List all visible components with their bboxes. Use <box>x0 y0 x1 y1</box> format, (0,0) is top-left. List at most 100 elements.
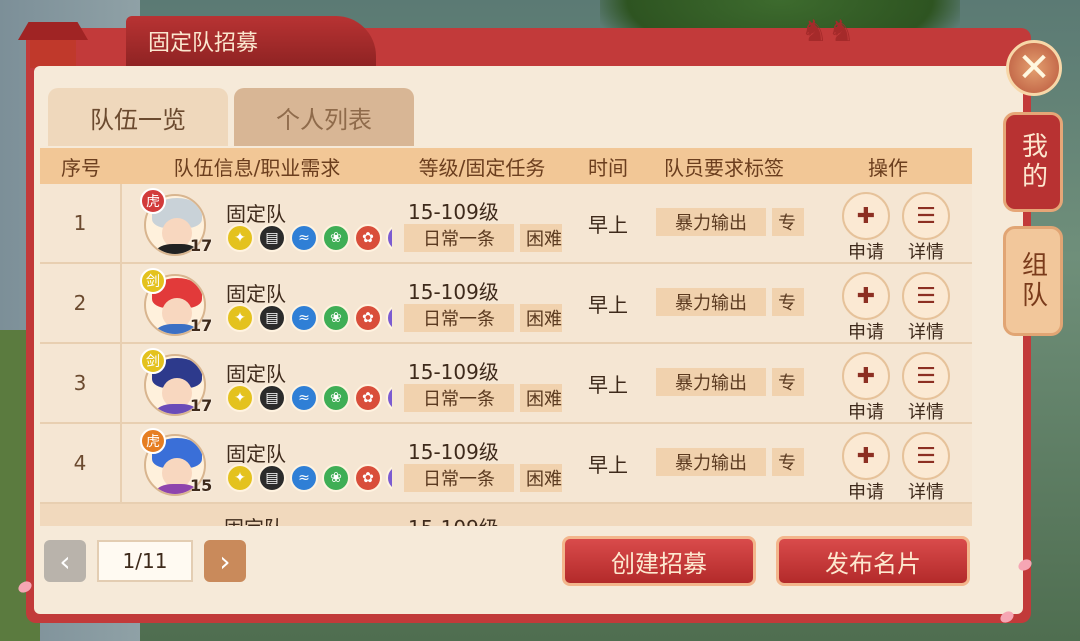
apply-label: 申请 <box>848 482 884 503</box>
requirement-tag: 暴力输出 <box>656 368 766 396</box>
next-page-button[interactable]: › <box>204 540 246 582</box>
pavilion-decoration <box>18 12 88 72</box>
class-icons: ✦ ▤ ≈ ❀ ✿ ☾ <box>226 464 392 492</box>
apply-button[interactable]: ✚ <box>842 192 890 240</box>
sword-icon: 剑 <box>140 348 166 374</box>
apply-icon: ✚ <box>856 363 876 389</box>
header-time: 时间 <box>588 155 628 180</box>
scroll-icon: ▤ <box>258 304 286 332</box>
header-level-task: 等级/固定任务 <box>418 155 546 180</box>
requirement-tag: 暴力输出 <box>656 448 766 476</box>
apply-label: 申请 <box>848 402 884 423</box>
tiger-icon: ✿ <box>354 384 382 412</box>
team-name: 固定队 <box>226 282 286 306</box>
table-row[interactable]: 4 虎 15 固定队 ✦ ▤ ≈ ❀ ✿ ☾ 15-109级 日常一条 困难 早… <box>40 424 972 504</box>
chevron-right-icon: › <box>219 544 231 578</box>
requirement-tag-2: 专 <box>772 288 804 316</box>
wind-icon: ≈ <box>290 304 318 332</box>
level-badge: 17 <box>190 236 213 255</box>
class-icons: ✦ ▤ ≈ ❀ ✿ ☾ <box>226 304 392 332</box>
task-chip: 日常一条 <box>404 384 514 412</box>
window-title: 固定队招募 <box>126 16 376 66</box>
details-label: 详情 <box>908 482 944 503</box>
time-cell: 早上 <box>588 212 628 237</box>
sword-icon: ✦ <box>226 384 254 412</box>
table-row[interactable]: 3 剑 17 固定队 ✦ ▤ ≈ ❀ ✿ ☾ 15-109级 日常一条 困难 早… <box>40 344 972 424</box>
tiger-icon: 虎 <box>140 188 166 214</box>
details-icon: ☰ <box>916 443 936 469</box>
apply-icon: ✚ <box>856 203 876 229</box>
close-icon: ✕ <box>1017 45 1051 91</box>
apply-label: 申请 <box>848 242 884 263</box>
header-actions: 操作 <box>868 155 908 180</box>
chevron-left-icon: ‹ <box>59 544 71 578</box>
details-label: 详情 <box>908 242 944 263</box>
task-chip-2: 困难 <box>520 384 562 412</box>
team-table: 序号 队伍信息/职业需求 等级/固定任务 时间 队员要求标签 操作 1 虎 17… <box>40 148 972 526</box>
details-button[interactable]: ☰ <box>902 192 950 240</box>
task-chip-2: 困难 <box>520 464 562 492</box>
row-index: 3 <box>40 344 122 422</box>
sword-icon: ✦ <box>226 464 254 492</box>
apply-label: 申请 <box>848 322 884 343</box>
details-button[interactable]: ☰ <box>902 272 950 320</box>
sword-icon: ✦ <box>226 304 254 332</box>
requirement-tag: 暴力输出 <box>656 288 766 316</box>
time-cell: 早上 <box>588 452 628 477</box>
team-name: 固定队 <box>226 362 286 386</box>
class-icons: ✦ ▤ ≈ ❀ ✿ ☾ <box>226 224 392 252</box>
team-name: 固定队 <box>226 442 286 466</box>
row-index: 4 <box>40 424 122 502</box>
prev-page-button[interactable]: ‹ <box>44 540 86 582</box>
header-index: 序号 <box>61 155 101 180</box>
level-range: 15-109级 <box>408 280 499 304</box>
lotus-icon: ❀ <box>322 304 350 332</box>
side-tab-mine[interactable]: 我的 <box>1003 112 1063 212</box>
time-cell: 早上 <box>588 372 628 397</box>
details-button[interactable]: ☰ <box>902 352 950 400</box>
level-range: 15-109级 <box>408 512 499 526</box>
header-tags: 队员要求标签 <box>664 155 784 180</box>
requirement-tag-2: 专 <box>772 448 804 476</box>
level-badge: 17 <box>190 396 213 415</box>
task-chip: 日常一条 <box>404 464 514 492</box>
create-recruit-button[interactable]: 创建招募 <box>562 536 756 586</box>
task-chip-2: 困难 <box>520 224 562 252</box>
scroll-icon: ▤ <box>258 464 286 492</box>
lotus-icon: ❀ <box>322 224 350 252</box>
requirement-tag-2: 专 <box>772 208 804 236</box>
apply-button[interactable]: ✚ <box>842 352 890 400</box>
details-label: 详情 <box>908 402 944 423</box>
publish-card-button[interactable]: 发布名片 <box>776 536 970 586</box>
requirement-tag: 暴力输出 <box>656 208 766 236</box>
task-chip: 日常一条 <box>404 304 514 332</box>
close-button[interactable]: ✕ <box>1006 40 1062 96</box>
row-index: 2 <box>40 264 122 342</box>
table-row[interactable]: 固定队 15-109级 <box>40 504 972 526</box>
lotus-icon: ❀ <box>322 464 350 492</box>
table-row[interactable]: 2 剑 17 固定队 ✦ ▤ ≈ ❀ ✿ ☾ 15-109级 日常一条 困难 早… <box>40 264 972 344</box>
apply-button[interactable]: ✚ <box>842 272 890 320</box>
sword-icon: 剑 <box>140 268 166 294</box>
side-tab-team[interactable]: 组队 <box>1003 226 1063 336</box>
wind-icon: ≈ <box>290 464 318 492</box>
task-chip: 日常一条 <box>404 224 514 252</box>
tab-personal-list[interactable]: 个人列表 <box>234 88 414 146</box>
level-badge: 17 <box>190 316 213 335</box>
tiger-icon: ✿ <box>354 224 382 252</box>
table-row[interactable]: 1 虎 17 固定队 ✦ ▤ ≈ ❀ ✿ ☾ 15-109级 日常一条 困难 早… <box>40 184 972 264</box>
requirement-tag-2: 专 <box>772 368 804 396</box>
apply-button[interactable]: ✚ <box>842 432 890 480</box>
tiger-icon: ✿ <box>354 304 382 332</box>
time-cell: 早上 <box>588 292 628 317</box>
task-chip-2: 困难 <box>520 304 562 332</box>
level-range: 15-109级 <box>408 440 499 464</box>
class-icons: ✦ ▤ ≈ ❀ ✿ ☾ <box>226 384 392 412</box>
page-indicator: 1/11 <box>97 540 193 582</box>
details-icon: ☰ <box>916 203 936 229</box>
details-button[interactable]: ☰ <box>902 432 950 480</box>
wind-icon: ≈ <box>290 384 318 412</box>
scroll-icon: ▤ <box>258 384 286 412</box>
level-range: 15-109级 <box>408 360 499 384</box>
tab-team-overview[interactable]: 队伍一览 <box>48 88 228 146</box>
